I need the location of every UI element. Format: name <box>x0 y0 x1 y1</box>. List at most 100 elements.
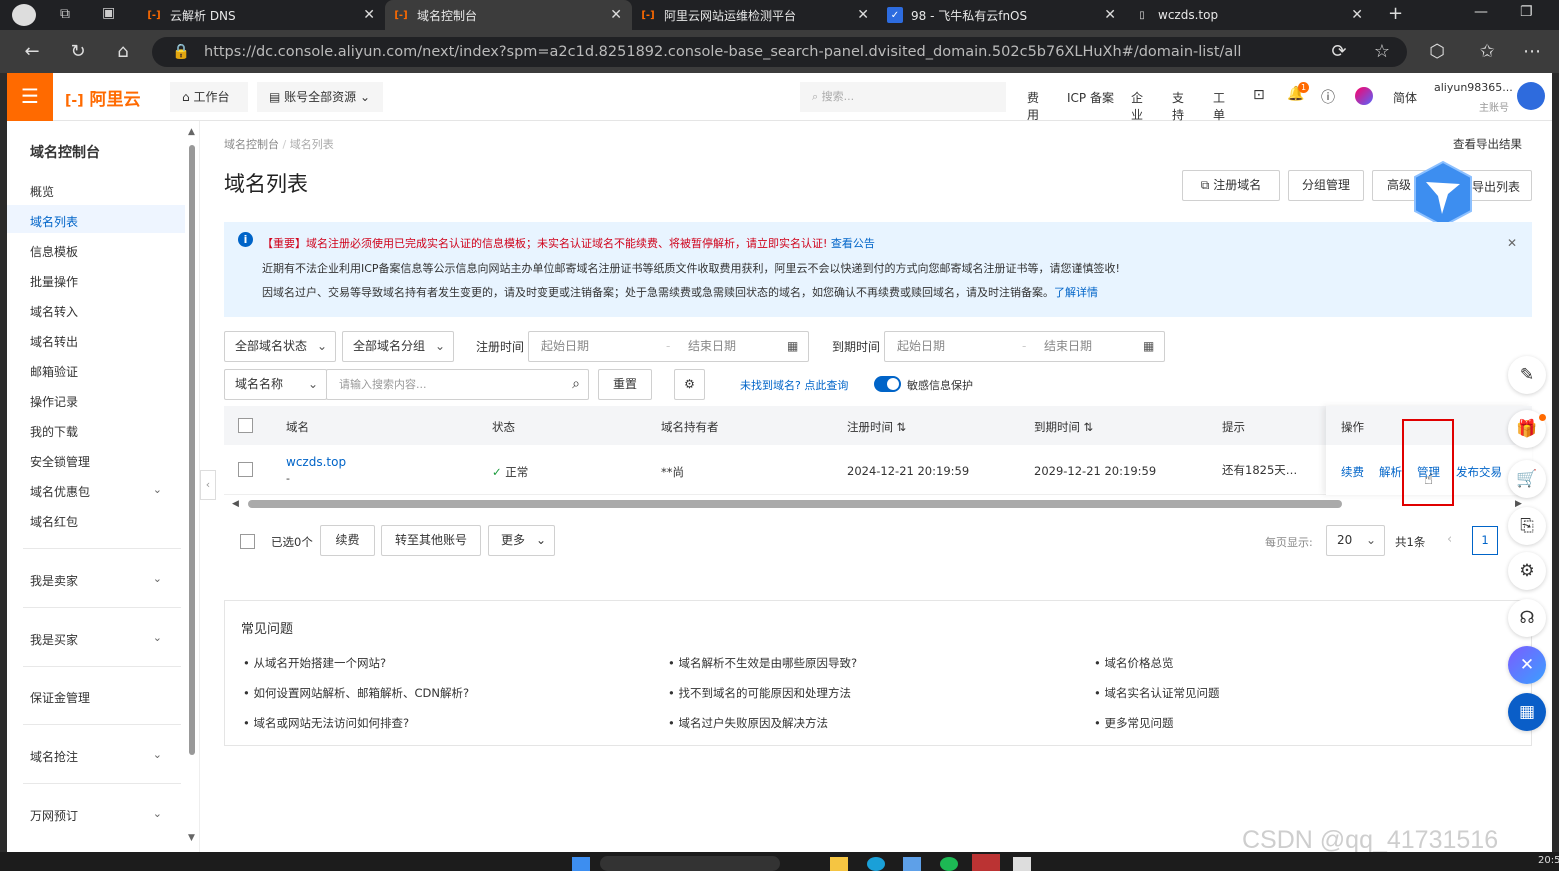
search-input[interactable]: ⌕ 搜索... <box>800 82 1006 112</box>
more-menu-icon[interactable]: ⋯ <box>1520 40 1544 64</box>
tab-dns[interactable]: [-] 云解析 DNS ✕ <box>138 0 385 30</box>
group-filter[interactable]: 全部域名分组 ⌄ <box>342 331 454 362</box>
ai-chat-icon[interactable]: ✕ <box>1508 646 1546 684</box>
extensions-icon[interactable]: ⬡ <box>1425 40 1449 64</box>
sidebar-item-transfer-in[interactable]: 域名转入 <box>30 303 78 320</box>
page-number[interactable]: 1 <box>1472 526 1498 555</box>
close-icon[interactable]: ✕ <box>1104 7 1116 23</box>
faq-item[interactable]: • 如何设置网站解析、邮箱解析、CDN解析? <box>243 685 469 701</box>
app-icon[interactable] <box>1013 857 1031 871</box>
floating-bird-widget[interactable] <box>1412 160 1474 228</box>
tab-domain-console[interactable]: [-] 域名控制台 ✕ <box>385 0 632 30</box>
faq-item[interactable]: • 更多常见问题 <box>1094 715 1173 731</box>
language-switch[interactable]: 简体 <box>1393 89 1417 106</box>
sidebar-item-logs[interactable]: 操作记录 <box>30 393 78 410</box>
sidebar-item-downloads[interactable]: 我的下载 <box>30 423 78 440</box>
file-explorer-icon[interactable] <box>830 857 848 871</box>
sidebar-item-templates[interactable]: 信息模板 <box>30 243 78 260</box>
reset-button[interactable]: 重置 <box>598 369 652 400</box>
app-icon[interactable] <box>972 854 1000 871</box>
search-input[interactable]: 请输入搜索内容... ⌕ <box>326 369 589 400</box>
link-fee[interactable]: 费用 <box>1027 89 1039 123</box>
avatar[interactable] <box>1517 82 1545 110</box>
faq-item[interactable]: • 域名实名认证常见问题 <box>1094 685 1219 701</box>
sidebar-group-seller[interactable]: 我是卖家 ⌄ <box>30 572 162 589</box>
home-icon[interactable]: ⌂ <box>111 40 135 64</box>
refresh-site-icon[interactable]: ⟳ <box>1327 40 1351 64</box>
taskbar-search[interactable] <box>600 856 780 871</box>
sidebar-scrollbar[interactable]: ▲ ▼ <box>187 127 197 845</box>
collapse-sidebar-icon[interactable]: ‹ <box>200 470 216 500</box>
faq-item[interactable]: • 域名解析不生效是由哪些原因导致? <box>668 655 857 671</box>
ai-assistant-icon[interactable] <box>1355 87 1373 105</box>
group-manage-button[interactable]: 分组管理 <box>1288 170 1364 201</box>
exp-date-range[interactable]: 起始日期 - 结束日期 ▦ <box>884 331 1165 362</box>
edge-icon[interactable] <box>867 857 885 871</box>
scroll-down-icon[interactable]: ▼ <box>188 833 195 843</box>
url-bar[interactable]: 🔒 https://dc.console.aliyun.com/next/ind… <box>152 37 1407 67</box>
collections-icon[interactable]: ⧉ <box>60 6 70 22</box>
faq-item[interactable]: • 域名或网站无法访问如何排查? <box>243 715 409 731</box>
close-icon[interactable]: ✕ <box>1507 236 1517 250</box>
settings-icon[interactable]: ⚙ <box>674 369 705 400</box>
scroll-up-icon[interactable]: ▲ <box>188 127 195 137</box>
sidebar-item-security-lock[interactable]: 安全锁管理 <box>30 453 90 470</box>
register-domain-button[interactable]: ⧉ 注册域名 <box>1182 170 1280 201</box>
tab-actions-icon[interactable]: ▣ <box>102 5 115 21</box>
sidebar-item-domain-list[interactable]: 域名列表 <box>30 213 78 230</box>
apps-grid-icon[interactable]: ▦ <box>1508 693 1546 731</box>
transfer-account-button[interactable]: 转至其他账号 <box>381 525 481 556</box>
sidebar-group-deposit[interactable]: 保证金管理 <box>30 689 162 706</box>
help-icon[interactable]: ⓘ <box>1321 87 1335 107</box>
faq-item[interactable]: • 域名过户失败原因及解决方法 <box>668 715 828 731</box>
terminal-icon[interactable]: ⊡ <box>1253 87 1265 103</box>
faq-item[interactable]: • 找不到域名的可能原因和处理方法 <box>668 685 851 701</box>
close-icon[interactable]: ✕ <box>1351 7 1363 23</box>
faq-item[interactable]: • 从域名开始搭建一个网站? <box>243 655 386 671</box>
headset-icon[interactable]: ☊ <box>1508 599 1546 637</box>
per-page-select[interactable]: 20 ⌄ <box>1326 525 1385 556</box>
not-found-link[interactable]: 未找到域名? 点此查询 <box>740 377 848 393</box>
status-filter[interactable]: 全部域名状态 ⌄ <box>224 331 336 362</box>
sidebar-item-discount[interactable]: 域名优惠包 ⌄ <box>30 483 162 500</box>
account-name[interactable]: aliyun98365... <box>1434 81 1513 94</box>
new-tab-icon[interactable]: + <box>1388 3 1403 24</box>
footer-checkbox[interactable] <box>240 534 255 549</box>
close-icon[interactable]: ✕ <box>610 7 622 23</box>
menu-icon[interactable]: ☰ <box>7 73 53 121</box>
domain-link[interactable]: wczds.top <box>286 455 346 469</box>
announcement-link[interactable]: 查看公告 <box>831 237 875 250</box>
app-icon[interactable] <box>903 857 921 871</box>
tab-wczds[interactable]: ▯ wczds.top ✕ <box>1126 0 1373 30</box>
close-icon[interactable]: ✕ <box>857 7 869 23</box>
resources-dropdown[interactable]: ▤ 账号全部资源 ⌄ <box>257 82 383 112</box>
sidebar-item-redpacket[interactable]: 域名红包 <box>30 513 78 530</box>
scroll-left-icon[interactable]: ◀ <box>232 499 239 509</box>
sidebar-group-buyer[interactable]: 我是买家 ⌄ <box>30 631 162 648</box>
col-reg-time[interactable]: 注册时间 ⇅ <box>847 419 906 435</box>
link-support[interactable]: 支持 <box>1172 89 1184 123</box>
doc-translate-icon[interactable]: ⎘ <box>1508 507 1546 545</box>
details-link[interactable]: 了解详情 <box>1054 286 1098 299</box>
link-icp[interactable]: ICP 备案 <box>1067 89 1114 106</box>
wechat-icon[interactable] <box>940 857 958 871</box>
sidebar-group-reserve[interactable]: 万网预订 ⌄ <box>30 807 162 824</box>
restore-icon[interactable]: ❐ <box>1520 4 1533 20</box>
field-select[interactable]: 域名名称 ⌄ <box>224 369 327 400</box>
favorites-icon[interactable]: ✩ <box>1475 40 1499 64</box>
link-ticket[interactable]: 工单 <box>1213 89 1225 123</box>
sidebar-item-email-verify[interactable]: 邮箱验证 <box>30 363 78 380</box>
windows-start-icon[interactable] <box>572 857 590 871</box>
prev-page-icon[interactable]: ‹ <box>1447 532 1452 547</box>
profile-icon[interactable] <box>12 4 36 26</box>
renew-link[interactable]: 续费 <box>1341 464 1364 480</box>
batch-renew-button[interactable]: 续费 <box>320 525 375 556</box>
select-all-checkbox[interactable] <box>238 418 253 433</box>
scrollbar-thumb[interactable] <box>189 145 195 755</box>
link-enterprise[interactable]: 企业 <box>1131 89 1143 123</box>
horizontal-scrollbar[interactable] <box>248 500 1342 508</box>
cart-icon[interactable]: 🛒 <box>1508 460 1546 498</box>
sidebar-item-transfer-out[interactable]: 域名转出 <box>30 333 78 350</box>
sidebar-item-overview[interactable]: 概览 <box>30 183 54 200</box>
minimize-icon[interactable]: — <box>1474 4 1488 20</box>
